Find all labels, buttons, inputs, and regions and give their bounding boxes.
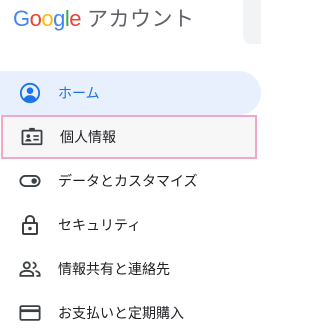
- nav-item-label: セキュリティ: [58, 218, 142, 234]
- logo-letter-o1: o: [29, 6, 42, 31]
- logo-letter-e: e: [69, 6, 82, 31]
- nav-item-label: 個人情報: [60, 130, 116, 146]
- logo-letter-g2: g: [53, 6, 65, 31]
- product-name: アカウント: [87, 6, 195, 31]
- nav-item-data-personalization[interactable]: データとカスタマイズ: [0, 159, 261, 203]
- logo-letter-o2: o: [41, 6, 54, 31]
- id-card-icon: [20, 125, 44, 149]
- nav-item-label: 情報共有と連絡先: [58, 262, 170, 278]
- nav-item-label: データとカスタマイズ: [58, 174, 198, 190]
- toggle-icon: [18, 169, 42, 193]
- people-icon: [18, 257, 42, 281]
- nav-item-security[interactable]: セキュリティ: [0, 203, 261, 247]
- google-logo[interactable]: Google: [13, 6, 82, 31]
- search-bar-edge[interactable]: [243, 0, 261, 44]
- nav-item-home[interactable]: ホーム: [0, 71, 261, 115]
- nav-item-people-sharing[interactable]: 情報共有と連絡先: [0, 247, 261, 291]
- nav-item-payments-subscriptions[interactable]: お支払いと定期購入: [0, 291, 261, 335]
- credit-card-icon: [18, 301, 42, 325]
- lock-icon: [18, 213, 42, 237]
- header: Google アカウント: [13, 0, 243, 38]
- logo-letter-g: G: [13, 6, 30, 31]
- nav-item-label: お支払いと定期購入: [58, 306, 184, 322]
- nav-item-label: ホーム: [58, 86, 100, 102]
- account-circle-icon: [18, 81, 42, 105]
- nav-item-personal-info[interactable]: 個人情報: [1, 115, 257, 159]
